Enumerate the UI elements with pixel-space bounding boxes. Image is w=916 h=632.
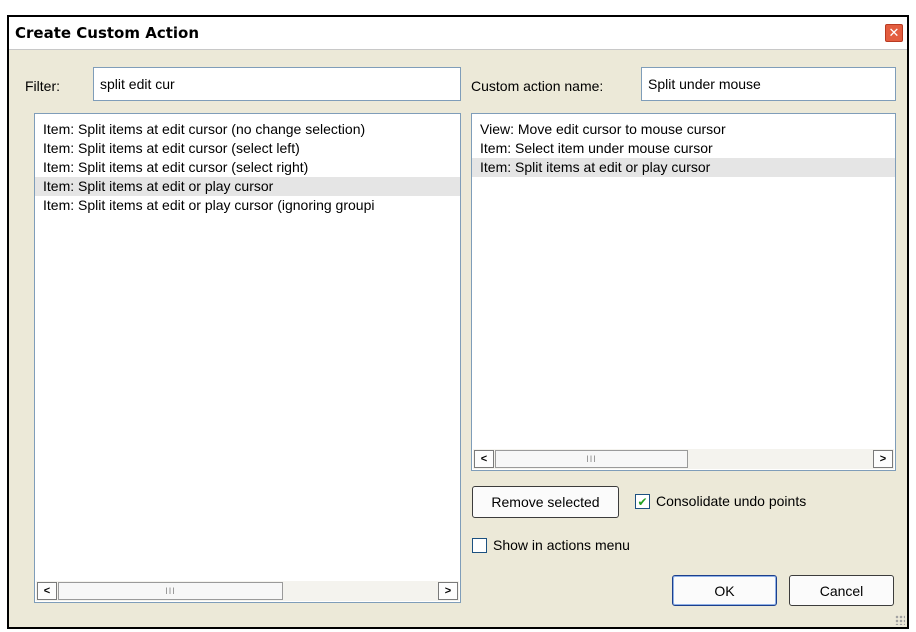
checkmark-icon: ✔ [637,494,648,509]
chevron-right-icon: > [879,452,887,465]
chevron-right-icon: > [444,584,452,597]
scroll-right-button[interactable]: > [873,450,893,468]
list-item[interactable]: Item: Split items at edit or play cursor… [35,196,460,215]
filter-label: Filter: [25,78,60,94]
custom-action-name-label: Custom action name: [471,78,604,94]
close-button[interactable]: ✕ [885,24,903,42]
ok-button[interactable]: OK [672,575,777,606]
show-in-actions-menu-checkbox[interactable] [472,538,487,553]
remove-selected-button[interactable]: Remove selected [472,486,619,518]
create-custom-action-dialog: Create Custom Action ✕ Filter: split edi… [7,15,909,629]
list-item-selected[interactable]: Item: Split items at edit or play cursor [472,158,895,177]
grip-icon: III [165,586,176,596]
resize-grip-icon[interactable] [895,615,905,625]
close-icon: ✕ [888,25,900,41]
dialog-title: Create Custom Action [15,24,200,42]
grip-icon: III [586,454,597,464]
title-bar[interactable]: Create Custom Action ✕ [9,17,907,50]
action-list-hscrollbar[interactable]: < III > [36,581,459,601]
list-item[interactable]: Item: Select item under mouse cursor [472,139,895,158]
scroll-left-button[interactable]: < [37,582,57,600]
filter-input[interactable]: split edit cur [93,67,461,101]
scroll-left-button[interactable]: < [474,450,494,468]
custom-action-name-input[interactable]: Split under mouse [641,67,896,101]
list-item-selected[interactable]: Item: Split items at edit or play cursor [35,177,460,196]
chevron-left-icon: < [43,584,51,597]
consolidate-undo-checkbox[interactable]: ✔ [635,494,650,509]
scroll-thumb[interactable]: III [58,582,283,600]
list-item[interactable]: View: Move edit cursor to mouse cursor [472,120,895,139]
consolidate-undo-label[interactable]: Consolidate undo points [656,493,806,509]
scroll-right-button[interactable]: > [438,582,458,600]
chevron-left-icon: < [480,452,488,465]
scroll-thumb[interactable]: III [495,450,688,468]
list-item[interactable]: Item: Split items at edit cursor (select… [35,158,460,177]
show-in-actions-menu-label[interactable]: Show in actions menu [493,537,630,553]
custom-action-steps-list[interactable]: View: Move edit cursor to mouse cursor I… [471,113,896,471]
custom-action-name-value: Split under mouse [648,76,761,92]
steps-list-hscrollbar[interactable]: < III > [473,449,894,469]
action-list[interactable]: Item: Split items at edit cursor (no cha… [34,113,461,603]
filter-input-value: split edit cur [100,76,175,92]
list-item[interactable]: Item: Split items at edit cursor (no cha… [35,120,460,139]
cancel-button[interactable]: Cancel [789,575,894,606]
list-item[interactable]: Item: Split items at edit cursor (select… [35,139,460,158]
